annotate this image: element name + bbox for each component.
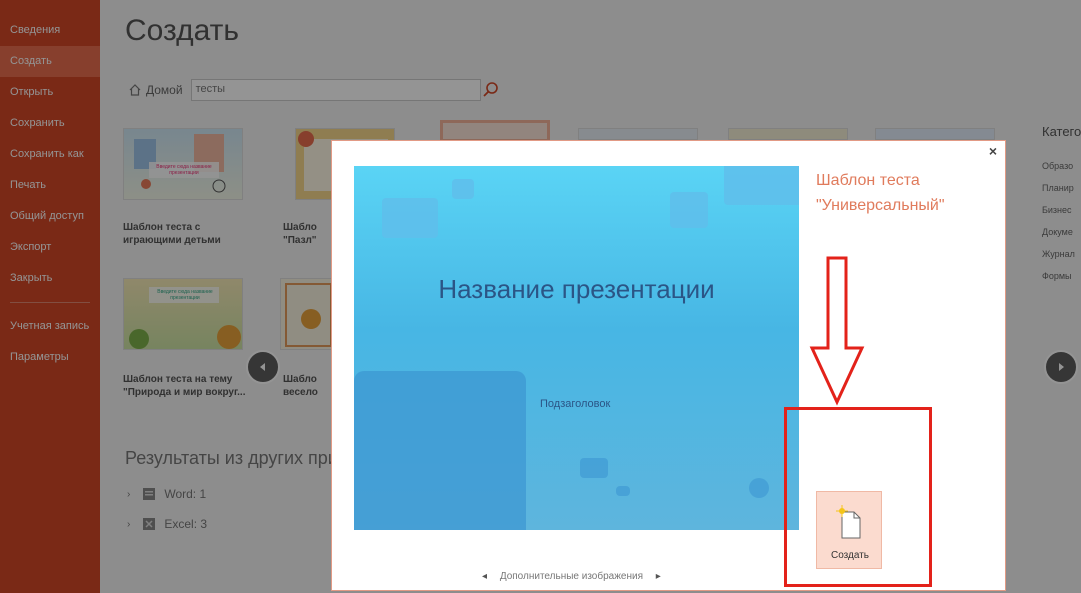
more-images-label: Дополнительные изображения — [499, 571, 643, 582]
preview-subtitle: Подзаголовок — [540, 398, 611, 410]
decor-circle — [749, 478, 769, 498]
template-name-line: Шаблон теста — [816, 172, 920, 189]
decor-square — [354, 371, 526, 530]
decor-square — [670, 192, 708, 228]
decor-square — [580, 458, 608, 478]
more-images-nav: ◂ Дополнительные изображения ▸ — [482, 571, 661, 582]
decor-square — [382, 198, 438, 238]
preview-title: Название презентации — [438, 274, 715, 304]
annotation-highlight-box — [784, 407, 932, 587]
close-icon[interactable]: × — [989, 143, 997, 159]
annotation-arrow-icon — [809, 256, 865, 406]
template-name-line: "Универсальный" — [816, 197, 945, 214]
chevron-right-icon[interactable]: ▸ — [656, 571, 661, 582]
decor-square — [724, 166, 799, 205]
chevron-left-icon[interactable]: ◂ — [482, 571, 487, 582]
decor-square — [452, 179, 474, 199]
decor-square — [616, 486, 630, 496]
template-preview-image: Название презентации Подзаголовок — [354, 166, 799, 530]
template-name: Шаблон теста "Универсальный" — [816, 168, 945, 218]
